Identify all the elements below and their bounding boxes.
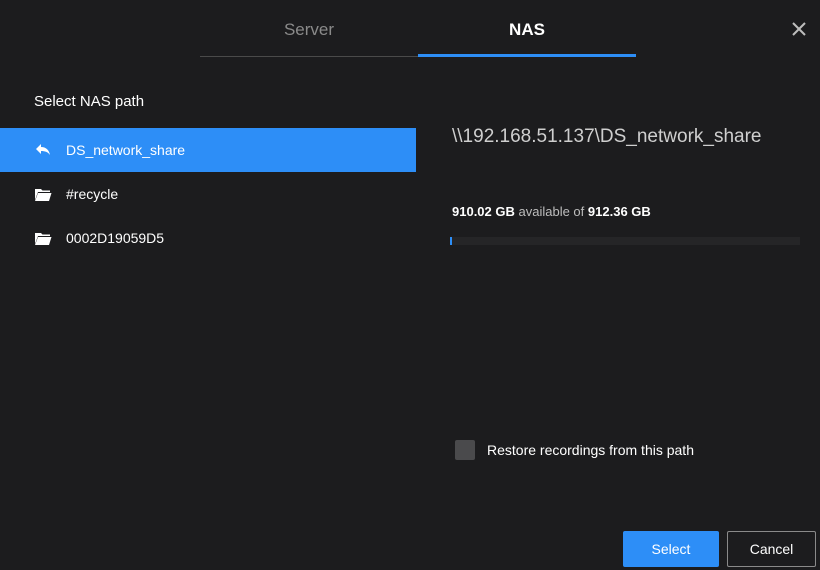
- tab-bar: Server NAS: [200, 0, 636, 57]
- tree-item-label: 0002D19059D5: [66, 230, 165, 246]
- section-title: Select NAS path: [34, 93, 145, 110]
- tree-item-0002d19059d5[interactable]: 0002D19059D5: [0, 216, 416, 260]
- restore-recordings-option[interactable]: Restore recordings from this path: [455, 440, 694, 460]
- folder-open-icon: [34, 230, 52, 246]
- nas-path-dialog: Server NAS Select NAS path DS_network_sh…: [0, 0, 820, 570]
- tab-nas[interactable]: NAS: [418, 0, 636, 57]
- restore-label: Restore recordings from this path: [487, 442, 694, 458]
- storage-usage-fill: [450, 237, 452, 245]
- tree-item-label: #recycle: [66, 186, 119, 202]
- storage-usage-bar: [450, 237, 800, 245]
- folder-open-icon: [34, 186, 52, 202]
- tree-item-parent[interactable]: DS_network_share: [0, 128, 416, 172]
- close-icon: [792, 22, 806, 36]
- storage-summary: 910.02 GB available of 912.36 GB: [452, 204, 651, 219]
- available-value: 910.02 GB: [452, 204, 515, 219]
- folder-tree: DS_network_share #recycle 0002D19059D5: [0, 128, 416, 260]
- back-arrow-icon: [34, 142, 52, 158]
- total-value: 912.36 GB: [587, 204, 651, 219]
- tab-server[interactable]: Server: [200, 0, 418, 57]
- close-button[interactable]: [788, 18, 810, 40]
- select-button[interactable]: Select: [623, 531, 719, 567]
- available-of-text: available of: [518, 204, 585, 219]
- tree-item-recycle[interactable]: #recycle: [0, 172, 416, 216]
- restore-checkbox[interactable]: [455, 440, 475, 460]
- selected-path: \\192.168.51.137\DS_network_share: [452, 126, 762, 147]
- tree-item-label: DS_network_share: [66, 142, 186, 158]
- cancel-button[interactable]: Cancel: [727, 531, 816, 567]
